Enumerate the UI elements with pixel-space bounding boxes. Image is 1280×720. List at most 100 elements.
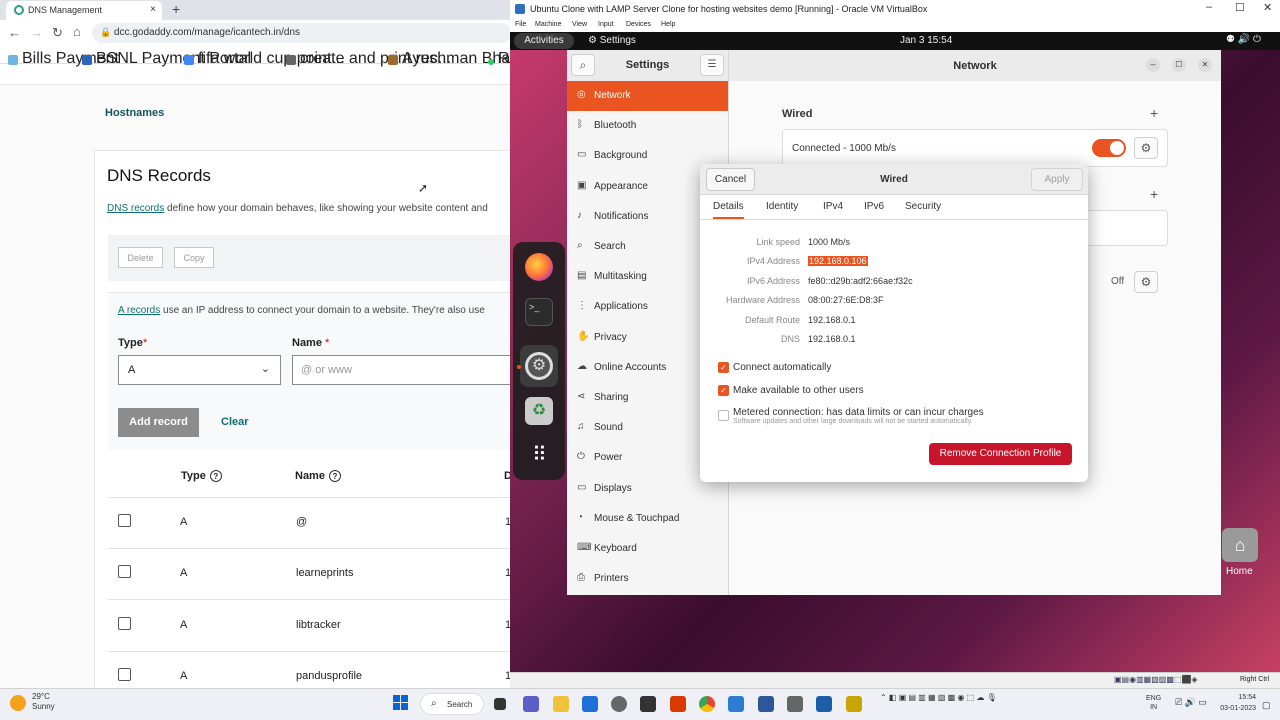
maximize-icon[interactable]: ☐ xyxy=(1235,1,1245,14)
settings-app-menu[interactable]: ⚙ Settings xyxy=(588,35,636,46)
menu-file[interactable]: File xyxy=(515,21,526,28)
terminal-taskbar-icon[interactable] xyxy=(640,696,656,712)
menu-machine[interactable]: Machine xyxy=(535,21,561,28)
name-input[interactable]: @ or www xyxy=(292,355,510,385)
vscode-icon[interactable] xyxy=(728,696,744,712)
help-icon[interactable]: ? xyxy=(328,470,341,482)
word-icon[interactable] xyxy=(758,696,774,712)
taskbar-search[interactable]: ⌕ Search xyxy=(420,693,484,715)
delete-button[interactable]: Delete xyxy=(118,247,163,268)
type-select[interactable]: A ⌄ xyxy=(118,355,281,385)
row-checkbox[interactable] xyxy=(118,514,131,527)
trash-icon[interactable]: ♻ xyxy=(525,397,553,425)
row-checkbox[interactable] xyxy=(118,668,131,681)
menu-devices[interactable]: Devices xyxy=(626,21,651,28)
minimize-icon[interactable]: – xyxy=(1206,1,1212,13)
record-name: learneprints xyxy=(296,567,354,579)
notification-icon[interactable]: ▢ xyxy=(1262,700,1271,711)
col-header-name: Name? xyxy=(295,470,341,482)
add-record-button[interactable]: Add record xyxy=(118,408,199,437)
available-all-checkbox[interactable]: ✓ xyxy=(718,385,729,396)
tab-ipv4[interactable]: IPv4 xyxy=(823,201,843,212)
settings-icon[interactable]: ⚙ xyxy=(525,352,553,380)
back-icon[interactable]: ← xyxy=(8,25,21,40)
hamburger-menu-icon[interactable]: ☰ xyxy=(700,54,724,76)
virtualbox-taskbar-icon[interactable] xyxy=(816,696,832,712)
sidebar-item-mouse-touchpad[interactable]: ◔ Mouse & Touchpad xyxy=(567,504,728,534)
remove-connection-profile-button[interactable]: Remove Connection Profile xyxy=(929,443,1072,465)
dns-value: 192.168.0.1 xyxy=(808,334,856,344)
add-vpn-icon[interactable]: + xyxy=(1150,186,1158,202)
menu-input[interactable]: Input xyxy=(598,21,614,28)
add-connection-icon[interactable]: + xyxy=(1150,105,1158,121)
app-taskbar-icon[interactable] xyxy=(670,696,686,712)
activities-button[interactable]: Activities xyxy=(514,33,574,49)
background-icon: ▭ xyxy=(577,149,587,161)
tab-identity[interactable]: Identity xyxy=(766,201,798,212)
app-taskbar-icon[interactable] xyxy=(787,696,803,712)
close-icon[interactable]: ✕ xyxy=(1263,1,1272,14)
tab-security[interactable]: Security xyxy=(905,201,941,212)
new-tab-button[interactable]: + xyxy=(172,1,180,17)
mouse-cursor-icon: ➚ xyxy=(418,181,429,195)
dns-records-link[interactable]: DNS records xyxy=(107,203,164,214)
bookmark-item[interactable]: Ra xyxy=(488,50,510,68)
show-apps-icon[interactable]: ⠿ xyxy=(525,442,553,470)
weather-widget[interactable]: 29°C Sunny xyxy=(10,692,55,712)
system-tray-icons[interactable]: ⚉ 🔊 ⏻ xyxy=(1226,34,1261,45)
file-explorer-icon[interactable] xyxy=(553,696,569,712)
forward-icon[interactable]: → xyxy=(30,25,43,40)
windows-start-icon[interactable] xyxy=(393,695,409,711)
a-records-link[interactable]: A records xyxy=(118,305,160,316)
connect-auto-checkbox[interactable]: ✓ xyxy=(718,362,729,373)
minimize-icon[interactable]: – xyxy=(1146,58,1160,72)
app-taskbar-icon[interactable] xyxy=(846,696,862,712)
chrome-icon[interactable] xyxy=(699,696,715,712)
wired-settings-gear-icon[interactable]: ⚙ xyxy=(1134,137,1158,159)
hostnames-tab[interactable]: Hostnames xyxy=(105,107,164,119)
default-route-value: 192.168.0.1 xyxy=(808,315,856,325)
menu-help[interactable]: Help xyxy=(661,21,675,28)
taskbar-clock[interactable]: 15:54 03-01-2023 xyxy=(1212,692,1256,714)
sidebar-item-printers[interactable]: ⎙ Printers xyxy=(567,564,728,594)
close-tab-icon[interactable]: × xyxy=(150,4,156,15)
terminal-icon[interactable]: >_ xyxy=(525,298,553,326)
maximize-icon[interactable]: ☐ xyxy=(1172,58,1186,72)
teams-icon[interactable] xyxy=(523,696,539,712)
help-icon[interactable]: ? xyxy=(209,470,222,482)
system-tray[interactable]: ⌃ ◧ ▣ ▤ ▥ ▦ ▧ ▩ ◉ ⬚ ☁ 🎙 xyxy=(880,693,997,702)
apply-button[interactable]: Apply xyxy=(1031,168,1083,191)
row-checkbox[interactable] xyxy=(118,617,131,630)
sidebar-item-keyboard[interactable]: ⌨ Keyboard xyxy=(567,534,728,564)
clock[interactable]: Jan 3 15:54 xyxy=(900,35,952,46)
row-checkbox[interactable] xyxy=(118,565,131,578)
tab-details[interactable]: Details xyxy=(713,201,744,219)
store-icon[interactable] xyxy=(582,696,598,712)
settings-taskbar-icon[interactable] xyxy=(611,696,627,712)
language-indicator[interactable]: ENG IN xyxy=(1146,694,1161,712)
copy-button[interactable]: Copy xyxy=(174,247,214,268)
reload-icon[interactable]: ↻ xyxy=(52,25,63,41)
network-speaker-battery-icons[interactable]: ⎚ 🔊 ▭ xyxy=(1175,697,1207,708)
address-bar[interactable]: 🔒 dcc.godaddy.com/manage/icantech.in/dns xyxy=(92,23,510,43)
menu-view[interactable]: View xyxy=(572,21,587,28)
sidebar-item-bluetooth[interactable]: ᛒ Bluetooth xyxy=(567,111,728,141)
ipv4-address-value[interactable]: 192.168.0.106 xyxy=(808,256,868,266)
search-icon[interactable]: ⌕ xyxy=(571,54,595,76)
host-key-label: Right Ctrl xyxy=(1240,676,1270,683)
sidebar-item-network[interactable]: ◎ Network xyxy=(567,81,728,111)
sidebar-item-label: Multitasking xyxy=(594,271,647,283)
clear-button[interactable]: Clear xyxy=(221,416,249,428)
home-folder-icon[interactable]: ⌂ xyxy=(1222,528,1258,562)
vbox-device-icons[interactable]: ▣▤◉▥▦▧▨▩⬚⬛◈ xyxy=(1114,675,1198,684)
browser-tab[interactable]: DNS Management × xyxy=(6,1,162,20)
close-icon[interactable]: ✕ xyxy=(1198,58,1212,72)
home-icon[interactable]: ⌂ xyxy=(73,24,81,39)
metered-checkbox[interactable] xyxy=(718,410,729,421)
wired-toggle[interactable] xyxy=(1092,139,1126,157)
proxy-settings-gear-icon[interactable]: ⚙ xyxy=(1134,271,1158,293)
task-view-icon[interactable] xyxy=(494,698,506,710)
firefox-icon[interactable] xyxy=(525,253,553,281)
tab-ipv6[interactable]: IPv6 xyxy=(864,201,884,212)
cloud-icon: ☁ xyxy=(577,360,587,372)
